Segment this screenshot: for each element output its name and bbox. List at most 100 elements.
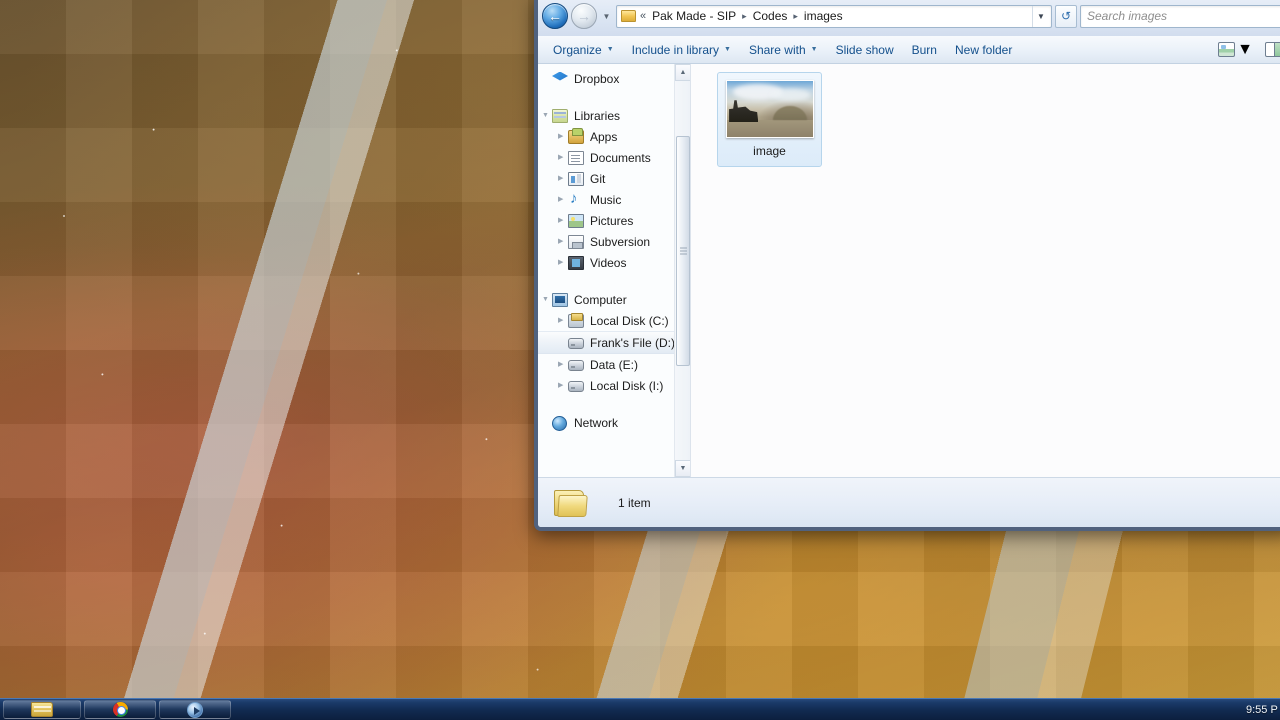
toolbar-view-controls: ▼ <box>1218 41 1280 59</box>
dropbox-icon <box>552 71 568 81</box>
sidebar-item-git[interactable]: ▶ Git <box>538 168 690 189</box>
toolbar-slide-show-button[interactable]: Slide show <box>827 39 903 61</box>
sidebar-item-data-e[interactable]: ▶ Data (E:) <box>538 354 690 375</box>
drive-icon <box>568 360 584 371</box>
sidebar-item-label: Network <box>574 415 619 430</box>
breadcrumb-item-0[interactable]: Pak Made - SIP <box>650 8 738 24</box>
toolbar-label: Include in library <box>631 42 720 57</box>
toolbar-label: Share with <box>748 42 806 57</box>
file-item[interactable]: image <box>717 72 822 167</box>
sidebar-item-label: Computer <box>574 292 627 307</box>
sidebar-item-label: Apps <box>590 129 618 144</box>
breadcrumb-item-2[interactable]: images <box>802 8 845 24</box>
navigation-pane: Dropbox ▼ Libraries ▶ Apps ▶ Documents ▶ <box>538 64 690 477</box>
expander-icon[interactable]: ▶ <box>558 360 567 369</box>
breadcrumb-separator-icon[interactable]: ▸ <box>742 11 747 22</box>
thumbnail-vehicle <box>729 100 759 123</box>
forward-arrow-icon: → <box>577 8 591 24</box>
chrome-icon <box>112 702 128 717</box>
expander-icon[interactable]: ▶ <box>558 174 567 183</box>
sidebar-item-subversion[interactable]: ▶ Subversion <box>538 231 690 252</box>
search-box[interactable] <box>1080 4 1280 28</box>
sidebar-item-dropbox[interactable]: Dropbox <box>538 68 690 89</box>
scrollbar-thumb[interactable] <box>676 136 690 366</box>
expander-icon[interactable]: ▶ <box>558 381 567 390</box>
expander-icon[interactable]: ▶ <box>558 153 567 162</box>
breadcrumb-item-1[interactable]: Codes <box>751 8 790 24</box>
sidebar-item-label: Subversion <box>590 234 651 249</box>
sidebar-item-libraries[interactable]: ▼ Libraries <box>538 105 690 126</box>
thumbnail-cloud <box>771 88 811 102</box>
view-mode-icon[interactable] <box>1218 42 1236 57</box>
sidebar-item-computer[interactable]: ▼ Computer <box>538 289 690 310</box>
libraries-icon <box>552 108 568 123</box>
sidebar-item-label: Documents <box>590 150 651 165</box>
taskbar-button-chrome[interactable] <box>84 700 156 719</box>
expander-icon[interactable]: ▼ <box>542 111 551 120</box>
recent-pages-button[interactable]: ▼ <box>600 3 613 29</box>
sidebar-item-label: Libraries <box>574 108 621 123</box>
breadcrumb-separator-icon[interactable]: ▸ <box>793 11 798 22</box>
command-toolbar: Organize ▼ Include in library ▼ Share wi… <box>538 36 1280 64</box>
system-drive-icon <box>568 312 584 328</box>
address-breadcrumb-field[interactable]: « Pak Made - SIP ▸ Codes ▸ images ▼ <box>616 4 1052 28</box>
address-dropdown-button[interactable]: ▼ <box>1032 5 1049 27</box>
taskbar-button-explorer[interactable] <box>3 700 81 719</box>
chevron-down-icon: ▼ <box>606 46 614 53</box>
folder-icon <box>554 488 588 518</box>
expander-icon[interactable]: ▶ <box>558 258 567 267</box>
item-count-label: 1 item <box>618 495 651 510</box>
system-clock[interactable]: 9:55 P <box>1246 704 1280 716</box>
sidebar-item-music[interactable]: ▶ Music <box>538 189 690 210</box>
computer-icon <box>552 292 568 307</box>
expander-icon[interactable]: ▶ <box>558 237 567 246</box>
media-player-icon <box>187 701 203 718</box>
sidebar-item-label: Dropbox <box>574 71 620 86</box>
toolbar-share-with-button[interactable]: Share with ▼ <box>740 39 827 61</box>
sidebar-item-pictures[interactable]: ▶ Pictures <box>538 210 690 231</box>
toolbar-label: New folder <box>954 42 1013 57</box>
expander-icon[interactable]: ▶ <box>558 216 567 225</box>
toolbar-burn-button[interactable]: Burn <box>903 39 946 61</box>
forward-button[interactable]: → <box>571 3 597 29</box>
scroll-down-icon[interactable]: ▼ <box>675 460 690 477</box>
scroll-up-icon[interactable]: ▲ <box>675 64 690 81</box>
drive-icon <box>568 381 584 392</box>
window-body: Dropbox ▼ Libraries ▶ Apps ▶ Documents ▶ <box>538 64 1280 477</box>
sidebar-item-label: Videos <box>590 255 627 270</box>
sidebar-item-videos[interactable]: ▶ Videos <box>538 252 690 273</box>
chevron-down-icon[interactable]: ▼ <box>1237 41 1253 59</box>
sidebar-item-local-disk-i[interactable]: ▶ Local Disk (I:) <box>538 375 690 396</box>
toolbar-include-in-library-button[interactable]: Include in library ▼ <box>623 39 740 61</box>
sidebar-item-label: Pictures <box>590 213 634 228</box>
image-thumbnail <box>725 80 814 138</box>
refresh-button[interactable]: ↺ <box>1055 4 1077 28</box>
expander-icon[interactable]: ▶ <box>558 132 567 141</box>
sidebar-item-network[interactable]: Network <box>538 412 690 433</box>
sidebar-item-franks-file-d[interactable]: Frank's File (D:) <box>538 331 690 354</box>
back-button[interactable]: ← <box>542 3 568 29</box>
file-list-view[interactable]: image <box>691 64 1280 477</box>
sidebar-item-apps[interactable]: ▶ Apps <box>538 126 690 147</box>
search-input[interactable] <box>1087 9 1279 23</box>
expander-icon[interactable]: ▶ <box>558 316 567 325</box>
taskbar-button-media-player[interactable] <box>159 700 231 719</box>
toolbar-new-folder-button[interactable]: New folder <box>946 39 1021 61</box>
preview-pane-icon[interactable] <box>1265 42 1280 57</box>
drive-icon <box>568 338 584 349</box>
toolbar-label: Burn <box>911 42 937 57</box>
documents-library-icon <box>568 150 584 165</box>
back-arrow-icon: ← <box>548 8 562 24</box>
expander-icon[interactable]: ▼ <box>542 295 551 304</box>
sidebar-item-documents[interactable]: ▶ Documents <box>538 147 690 168</box>
navigation-scrollbar[interactable]: ▲ ▼ <box>674 64 690 477</box>
toolbar-label: Organize <box>553 42 602 57</box>
taskbar: 9:55 P <box>0 698 1280 720</box>
breadcrumb-overflow-icon[interactable]: « <box>640 10 646 22</box>
apps-library-icon <box>568 127 584 144</box>
expander-icon[interactable]: ▶ <box>558 195 567 204</box>
toolbar-organize-button[interactable]: Organize ▼ <box>544 39 623 61</box>
sidebar-item-local-disk-c[interactable]: ▶ Local Disk (C:) <box>538 310 690 331</box>
